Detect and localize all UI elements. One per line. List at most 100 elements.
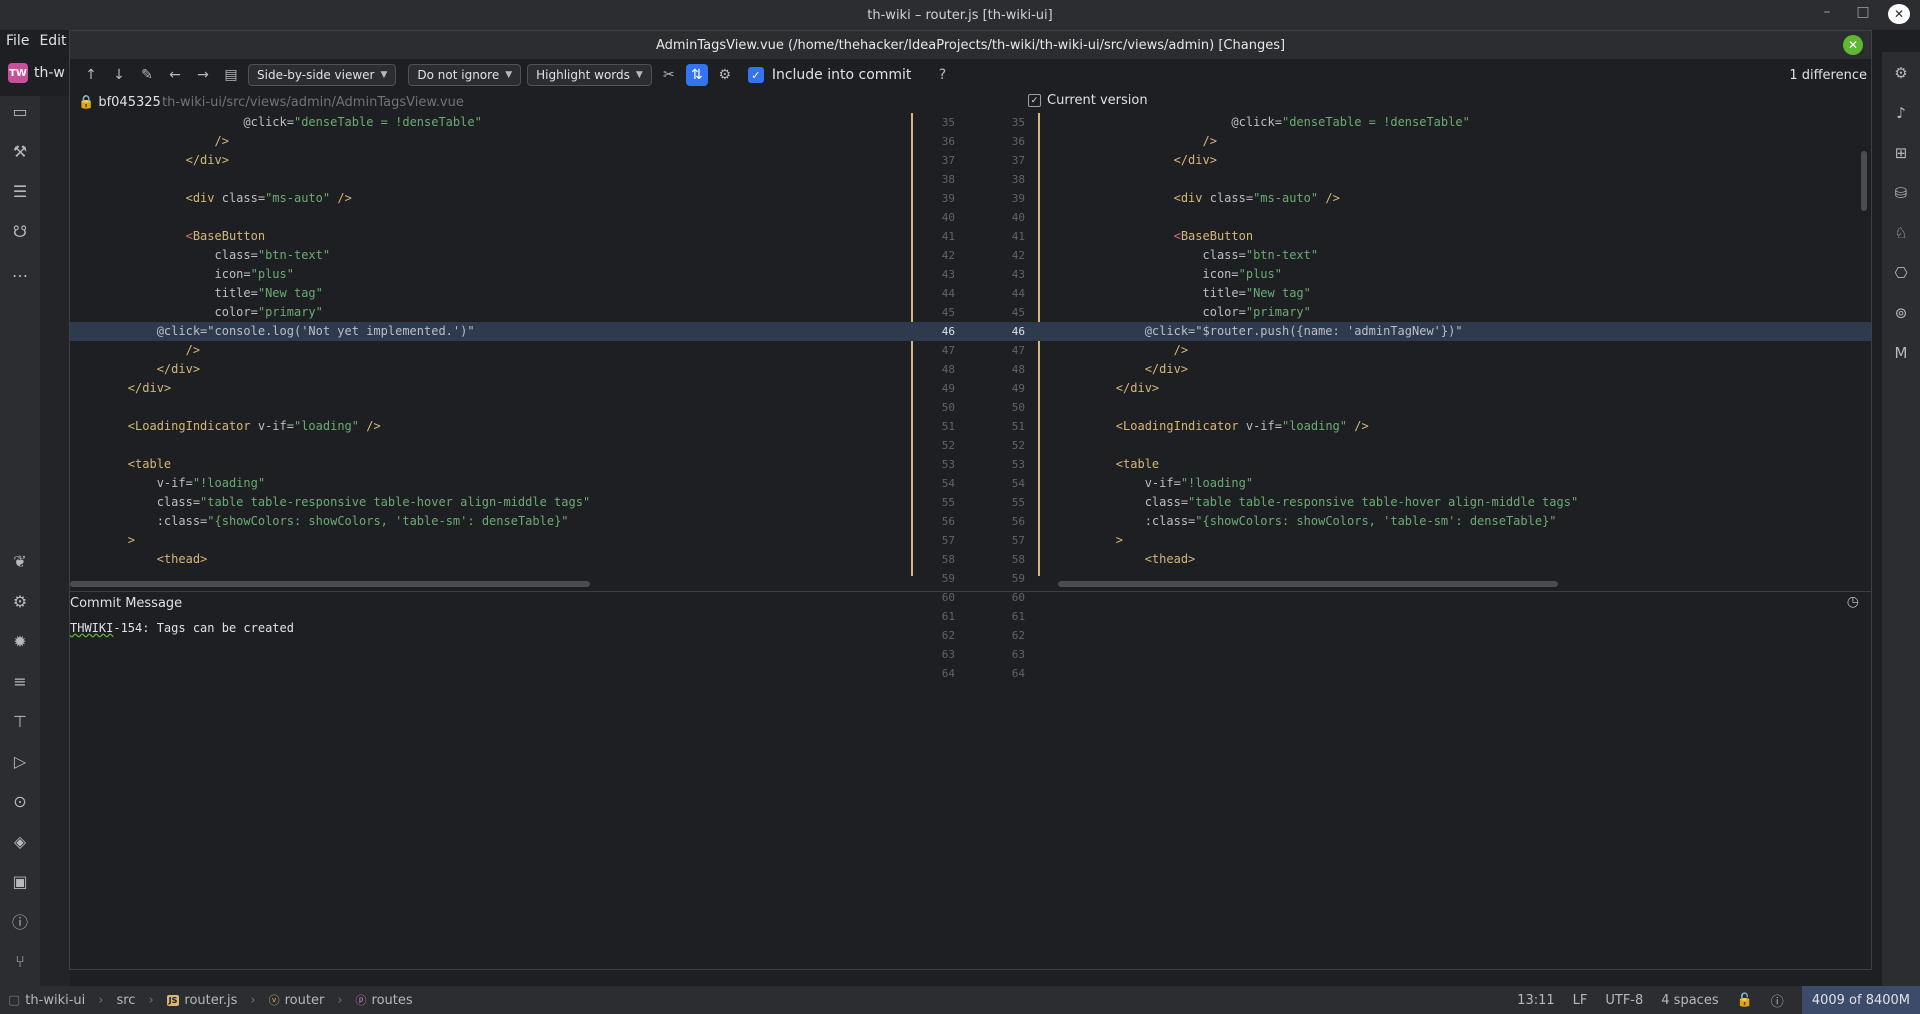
line-number-left: 52 — [941, 439, 955, 452]
breadcrumb-routes[interactable]: routes — [372, 993, 413, 1008]
collapse-icon[interactable]: ✂ — [658, 64, 680, 86]
line-number-left: 53 — [941, 458, 955, 471]
plugin-icon[interactable]: ☋ — [9, 220, 31, 242]
change-marker-left — [911, 113, 913, 576]
sync-scroll-icon[interactable]: ⇅ — [685, 64, 708, 86]
code-line: /> — [1202, 134, 1217, 148]
right-horizontal-scrollbar[interactable] — [1058, 581, 1871, 587]
python-icon[interactable]: ⎔ — [1890, 262, 1912, 284]
code-line: <table — [127, 457, 172, 471]
vertical-scrollbar[interactable] — [1861, 151, 1867, 211]
edit-icon[interactable]: ✎ — [136, 64, 158, 86]
notifications-icon[interactable]: ♪ — [1890, 102, 1912, 124]
line-number-right: 53 — [1011, 458, 1025, 471]
scroll-thumb[interactable] — [70, 581, 590, 587]
run-icon[interactable]: ▷ — [9, 750, 31, 772]
code-line: <div class="ms-auto" /> — [185, 191, 352, 205]
menu-bar: File Edit — [0, 30, 70, 52]
terminal-run-icon[interactable]: ⊤ — [9, 710, 31, 732]
settings-icon[interactable]: ⚙ — [1890, 62, 1912, 84]
project-tab[interactable]: TW th-w — [8, 60, 65, 86]
breadcrumb-src[interactable]: src — [116, 993, 135, 1008]
chevron-down-icon: ▼ — [635, 70, 643, 80]
problems-icon[interactable]: ⓘ — [9, 910, 31, 932]
right-code-pane[interactable]: @click="denseTable = !denseTable" /> </d… — [1058, 113, 1871, 576]
maximize-icon[interactable]: □ — [1852, 4, 1874, 24]
git-icon[interactable]: ⑂ — [9, 950, 31, 972]
line-number-left: 56 — [941, 515, 955, 528]
dialog-close-icon[interactable]: ✕ — [1843, 35, 1863, 55]
current-version-header: ✓ Current version — [1028, 93, 1148, 108]
history-icon[interactable]: ◷ — [1847, 594, 1859, 610]
code-line: icon="plus" — [70, 267, 294, 281]
next-difference-icon[interactable]: ↓ — [108, 64, 130, 86]
breadcrumb-router[interactable]: router — [285, 993, 325, 1008]
ignore-select[interactable]: Do not ignore ▼ — [408, 64, 522, 86]
leaf-icon[interactable]: ❦ — [9, 550, 31, 572]
line-number-left: 46 — [941, 325, 955, 338]
indent-setting[interactable]: 4 spaces — [1661, 993, 1718, 1008]
gradle-icon[interactable]: ♘ — [1890, 222, 1912, 244]
code-line: </div> — [156, 362, 201, 376]
right-tool-strip: ⚙ ♪ ⊞ ⛁ ♘ ⎔ ⊚ M — [1882, 52, 1920, 986]
services-icon[interactable]: ⊙ — [9, 790, 31, 812]
menu-edit[interactable]: Edit — [39, 33, 66, 49]
database-icon[interactable]: ⛁ — [1890, 182, 1912, 204]
cursor-position[interactable]: 13:11 — [1517, 993, 1554, 1008]
terminal-icon[interactable]: ▣ — [9, 870, 31, 892]
lock-icon[interactable]: 🔓 — [1737, 993, 1753, 1008]
variable-icon: ⓥ — [268, 994, 280, 1007]
todo-icon[interactable]: ≡ — [9, 670, 31, 692]
file-icon[interactable]: ▤ — [220, 64, 242, 86]
left-horizontal-scrollbar[interactable] — [70, 581, 893, 587]
viewer-select[interactable]: Side-by-side viewer ▼ — [248, 64, 397, 86]
memory-indicator[interactable]: 4009 of 8400M — [1801, 986, 1920, 1014]
line-number-right: 50 — [1011, 401, 1025, 414]
code-line: v-if="!loading" — [70, 476, 266, 490]
scroll-thumb[interactable] — [1058, 581, 1558, 587]
file-encoding[interactable]: UTF-8 — [1605, 993, 1643, 1008]
left-code-pane[interactable]: @click="denseTable = !denseTable" /> </d… — [70, 113, 893, 576]
forward-icon[interactable]: → — [192, 64, 214, 86]
line-separator[interactable]: LF — [1573, 993, 1588, 1008]
current-version-checkbox[interactable]: ✓ — [1028, 94, 1041, 107]
previous-difference-icon[interactable]: ↑ — [80, 64, 102, 86]
more-icon[interactable]: … — [9, 260, 31, 282]
gear-icon[interactable]: ⚙ — [714, 64, 736, 86]
line-number-right: 40 — [1011, 211, 1025, 224]
endpoints-icon[interactable]: ⊚ — [1890, 302, 1912, 324]
breadcrumb-module[interactable]: th-wiki-ui — [25, 993, 85, 1008]
debug-icon[interactable]: ✹ — [9, 630, 31, 652]
line-number-right: 48 — [1011, 363, 1025, 376]
line-number-left: 50 — [941, 401, 955, 414]
include-into-commit-checkbox[interactable]: ✓ — [747, 67, 764, 83]
code-line: /> — [1173, 343, 1189, 357]
structure-icon[interactable]: ☰ — [9, 180, 31, 202]
commit-message-input[interactable]: THWIKI-154: Tags can be created — [70, 621, 294, 635]
folder-icon[interactable]: ▭ — [9, 100, 31, 122]
chevron-right-icon: › — [337, 992, 343, 1008]
hammer-icon[interactable]: ⚒ — [9, 140, 31, 162]
code-line: <BaseButton — [1173, 229, 1254, 243]
line-number-right: 57 — [1011, 534, 1025, 547]
line-number-left: 51 — [941, 420, 955, 433]
chevron-down-icon: ▼ — [380, 70, 388, 80]
breadcrumb-file[interactable]: router.js — [184, 993, 237, 1008]
structure-icon[interactable]: ⊞ — [1890, 142, 1912, 164]
layers-icon[interactable]: ◈ — [9, 830, 31, 852]
line-number-left: 59 — [941, 572, 955, 585]
highlight-select[interactable]: Highlight words ▼ — [527, 64, 652, 86]
line-number-left: 54 — [941, 477, 955, 490]
minimize-icon[interactable]: – — [1816, 4, 1838, 24]
help-icon[interactable]: ? — [931, 64, 953, 86]
build-icon[interactable]: ⚙ — [9, 590, 31, 612]
line-number-left: 40 — [941, 211, 955, 224]
menu-file[interactable]: File — [6, 33, 29, 49]
warning-icon[interactable]: ⓘ — [1771, 991, 1784, 1010]
back-icon[interactable]: ← — [164, 64, 186, 86]
maven-icon[interactable]: M — [1890, 342, 1912, 364]
window-close-icon[interactable]: ✕ — [1888, 4, 1910, 24]
